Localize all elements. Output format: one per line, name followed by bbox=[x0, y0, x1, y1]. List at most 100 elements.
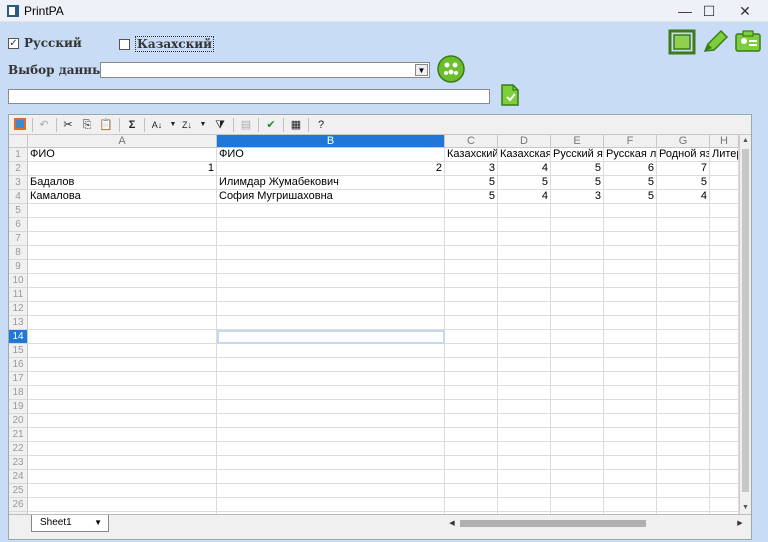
cell[interactable]: Казахская bbox=[498, 148, 551, 162]
cell[interactable]: 7 bbox=[657, 162, 710, 176]
cell[interactable] bbox=[498, 330, 551, 344]
cell[interactable] bbox=[445, 260, 498, 274]
cell[interactable] bbox=[28, 274, 217, 288]
cell[interactable]: 5 bbox=[551, 176, 604, 190]
russian-checkbox-box[interactable]: ✓ bbox=[8, 37, 19, 49]
kazakh-checkbox-box[interactable] bbox=[119, 38, 130, 50]
cell[interactable] bbox=[657, 274, 710, 288]
row-header[interactable]: 5 bbox=[9, 204, 28, 218]
spreadsheet[interactable]: ↶ ✂ ⎘ 📋 Σ A↓ ▼ Z↓ ▼ ⧩ ▤ ✔ ▦ ? ABCDEFGH1Ф… bbox=[8, 114, 752, 540]
row-header[interactable]: 4 bbox=[9, 190, 28, 204]
cell[interactable]: Русский я bbox=[551, 148, 604, 162]
cell[interactable] bbox=[604, 442, 657, 456]
row-header[interactable]: 23 bbox=[9, 456, 28, 470]
cell[interactable] bbox=[217, 372, 445, 386]
cell[interactable] bbox=[445, 400, 498, 414]
cell[interactable] bbox=[604, 316, 657, 330]
cell[interactable] bbox=[445, 344, 498, 358]
sum-icon[interactable]: Σ bbox=[124, 117, 140, 133]
row-header[interactable]: 8 bbox=[9, 246, 28, 260]
cell[interactable] bbox=[710, 288, 739, 302]
cell[interactable]: 4 bbox=[657, 190, 710, 204]
row-header[interactable]: 25 bbox=[9, 484, 28, 498]
cell[interactable] bbox=[498, 414, 551, 428]
cell[interactable] bbox=[445, 414, 498, 428]
sort-descending-icon[interactable]: Z↓ bbox=[179, 117, 195, 133]
cell[interactable] bbox=[710, 372, 739, 386]
cell[interactable]: Родной яз bbox=[657, 148, 710, 162]
cell[interactable] bbox=[217, 484, 445, 498]
cell[interactable] bbox=[710, 484, 739, 498]
cell[interactable] bbox=[657, 344, 710, 358]
cell[interactable] bbox=[28, 358, 217, 372]
cell[interactable]: 5 bbox=[498, 176, 551, 190]
cell[interactable] bbox=[604, 428, 657, 442]
cell[interactable] bbox=[498, 218, 551, 232]
cell[interactable] bbox=[710, 358, 739, 372]
cell[interactable] bbox=[657, 358, 710, 372]
row-header[interactable]: 10 bbox=[9, 274, 28, 288]
cell[interactable]: 6 bbox=[604, 162, 657, 176]
cell[interactable] bbox=[498, 456, 551, 470]
vertical-scroll-thumb[interactable] bbox=[742, 149, 749, 492]
copy-icon[interactable]: ⎘ bbox=[79, 117, 95, 133]
column-header-h[interactable]: H bbox=[710, 135, 739, 148]
cell[interactable] bbox=[551, 386, 604, 400]
cell[interactable] bbox=[217, 218, 445, 232]
cell[interactable] bbox=[217, 386, 445, 400]
cell[interactable] bbox=[657, 428, 710, 442]
cell[interactable]: Камалова bbox=[28, 190, 217, 204]
sort-descending-dropdown-icon[interactable]: ▼ bbox=[195, 117, 211, 133]
cell[interactable] bbox=[551, 302, 604, 316]
cell[interactable] bbox=[28, 246, 217, 260]
cell[interactable] bbox=[657, 302, 710, 316]
cell[interactable] bbox=[657, 456, 710, 470]
cell[interactable] bbox=[604, 470, 657, 484]
cell[interactable] bbox=[710, 316, 739, 330]
sheet-tab-dropdown-icon[interactable]: ▼ bbox=[94, 515, 102, 531]
cell[interactable] bbox=[657, 372, 710, 386]
cell[interactable] bbox=[604, 456, 657, 470]
cell[interactable] bbox=[445, 456, 498, 470]
cell[interactable] bbox=[28, 400, 217, 414]
cell[interactable] bbox=[551, 372, 604, 386]
cell[interactable] bbox=[445, 470, 498, 484]
cell[interactable] bbox=[657, 498, 710, 512]
cell[interactable] bbox=[551, 218, 604, 232]
cell[interactable] bbox=[28, 330, 217, 344]
format-icon[interactable]: ▤ bbox=[238, 117, 254, 133]
cell[interactable] bbox=[28, 344, 217, 358]
cell[interactable] bbox=[551, 232, 604, 246]
cell[interactable] bbox=[710, 442, 739, 456]
cell[interactable] bbox=[28, 470, 217, 484]
cell[interactable] bbox=[710, 232, 739, 246]
cell[interactable] bbox=[28, 498, 217, 512]
cell[interactable]: ФИО bbox=[28, 148, 217, 162]
paste-icon[interactable]: 📋 bbox=[98, 117, 114, 133]
cell[interactable]: 5 bbox=[657, 176, 710, 190]
cell[interactable] bbox=[551, 442, 604, 456]
cell[interactable] bbox=[28, 456, 217, 470]
cell[interactable]: 5 bbox=[445, 190, 498, 204]
cell[interactable] bbox=[498, 344, 551, 358]
cell[interactable]: Казахский bbox=[445, 148, 498, 162]
cell[interactable]: 1 bbox=[28, 162, 217, 176]
spellcheck-icon[interactable]: ✔ bbox=[263, 117, 279, 133]
column-header-b[interactable]: B bbox=[217, 135, 445, 148]
cell[interactable] bbox=[217, 316, 445, 330]
cell[interactable] bbox=[551, 498, 604, 512]
cell[interactable] bbox=[657, 470, 710, 484]
cell[interactable] bbox=[28, 302, 217, 316]
cell[interactable] bbox=[710, 190, 739, 204]
cell[interactable] bbox=[710, 470, 739, 484]
row-header[interactable]: 3 bbox=[9, 176, 28, 190]
cell[interactable]: Литер bbox=[710, 148, 739, 162]
cell[interactable] bbox=[498, 470, 551, 484]
document-icon[interactable] bbox=[500, 84, 520, 106]
column-header-c[interactable]: C bbox=[445, 135, 498, 148]
cell[interactable] bbox=[604, 498, 657, 512]
cell[interactable] bbox=[217, 302, 445, 316]
cell[interactable] bbox=[710, 260, 739, 274]
row-header[interactable]: 9 bbox=[9, 260, 28, 274]
cell[interactable] bbox=[604, 232, 657, 246]
